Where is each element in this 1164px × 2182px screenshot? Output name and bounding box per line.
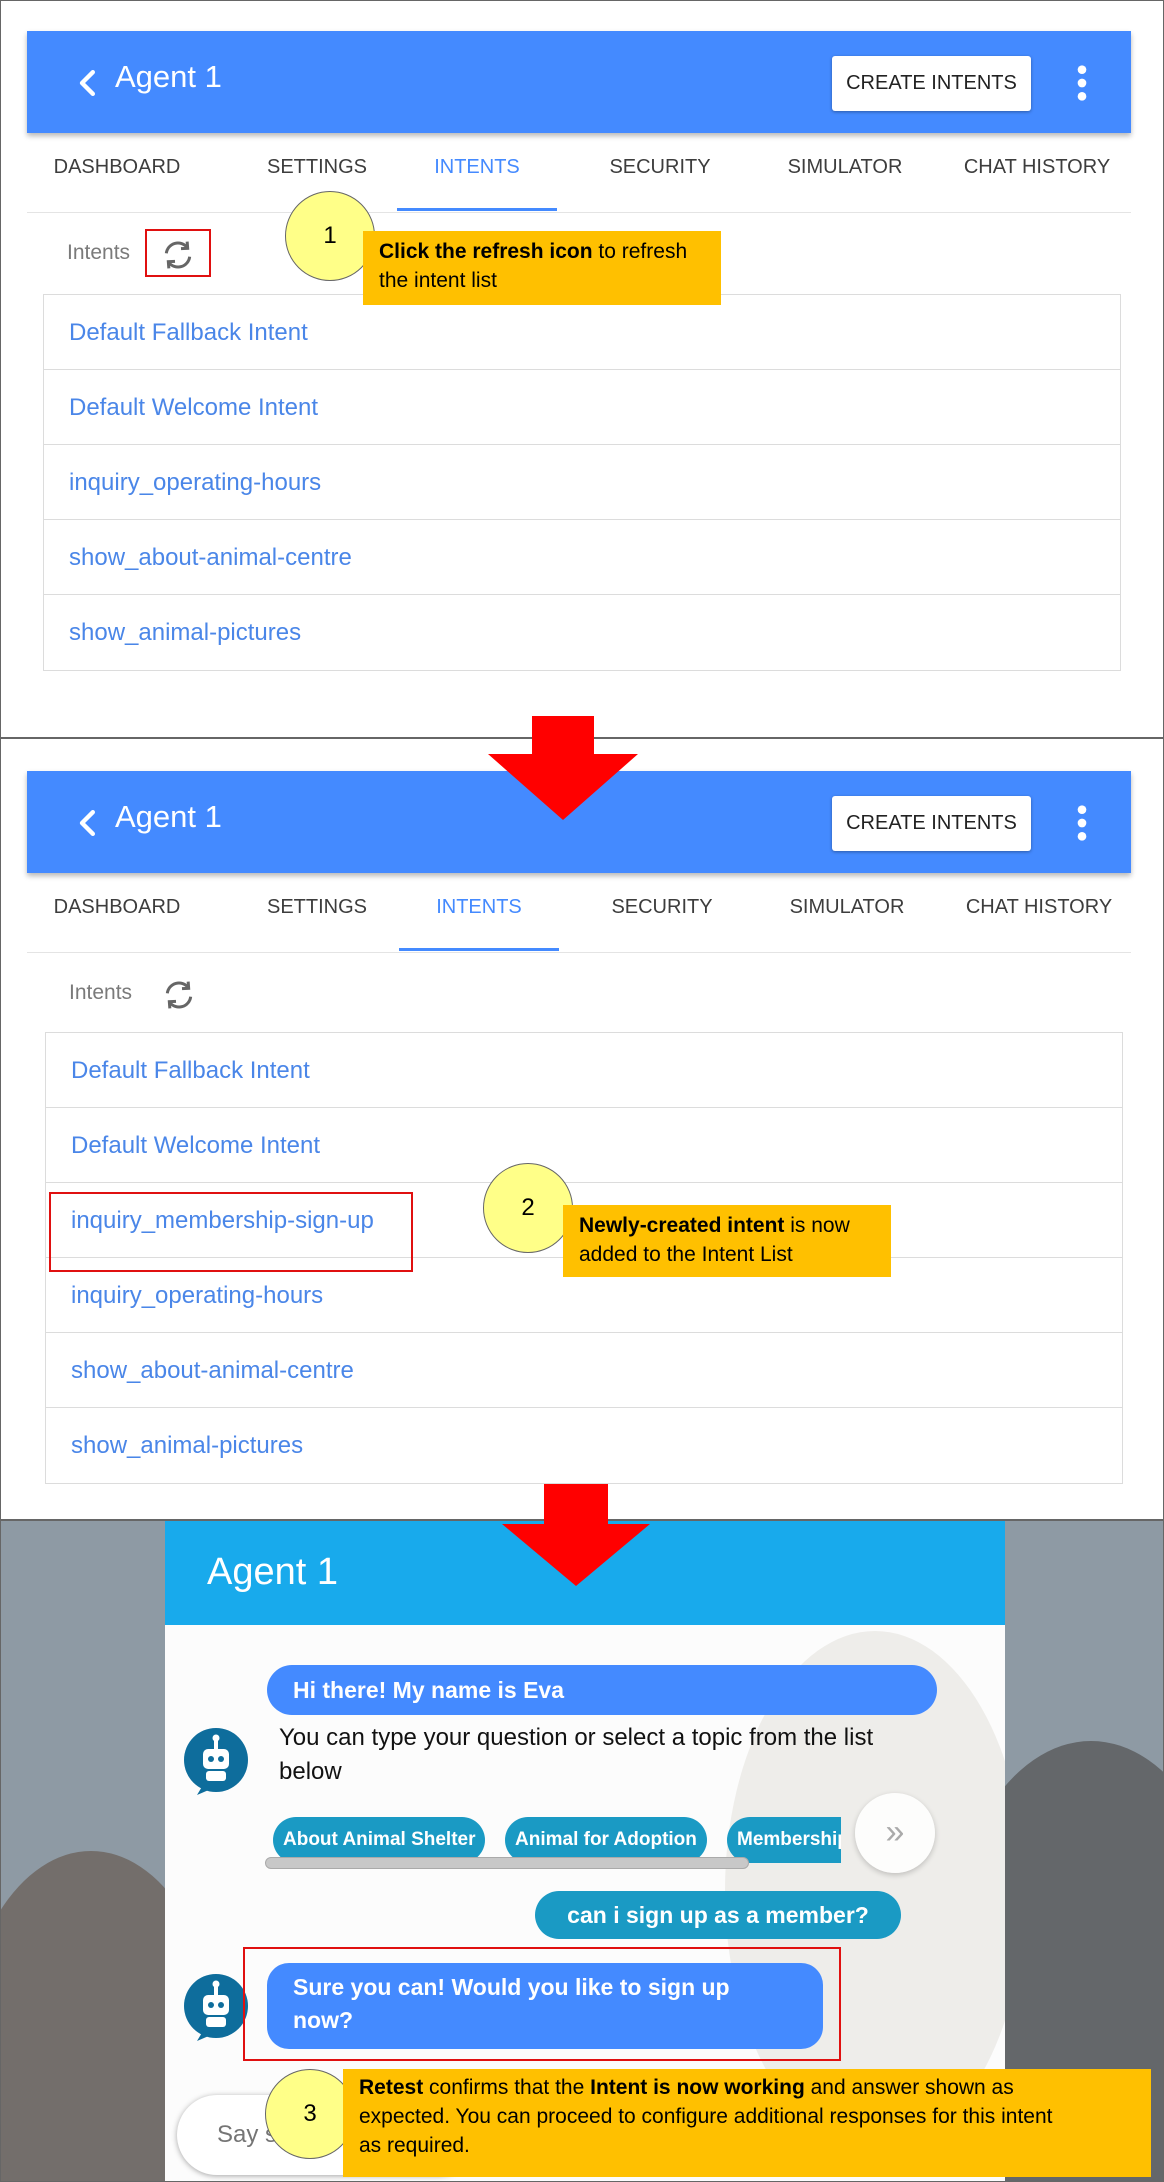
tab-bar: DASHBOARD SETTINGS INTENTS SECURITY SIMU… bbox=[27, 133, 1131, 213]
intent-item[interactable]: show_animal-pictures bbox=[46, 1408, 1122, 1483]
intents-panel-after: Agent 1 CREATE INTENTS DASHBOARD SETTING… bbox=[0, 738, 1164, 1520]
app-bar: Agent 1 CREATE INTENTS bbox=[27, 31, 1131, 133]
intent-item[interactable]: show_about-animal-centre bbox=[46, 1333, 1122, 1408]
tab-bar: DASHBOARD SETTINGS INTENTS SECURITY SIMU… bbox=[27, 873, 1131, 953]
tab-simulator[interactable]: SIMULATOR bbox=[760, 133, 930, 213]
tab-simulator[interactable]: SIMULATOR bbox=[762, 873, 932, 953]
tab-intents[interactable]: INTENTS bbox=[397, 133, 557, 213]
intent-item[interactable]: Default Welcome Intent bbox=[44, 370, 1120, 445]
intents-panel-before: Agent 1 CREATE INTENTS DASHBOARD SETTING… bbox=[0, 0, 1164, 738]
create-intents-button[interactable]: CREATE INTENTS bbox=[832, 796, 1031, 851]
callout-2-text: is now bbox=[784, 1214, 850, 1237]
callout-1: Click the refresh icon to refresh the in… bbox=[363, 231, 721, 305]
more-vert-icon[interactable] bbox=[1073, 63, 1091, 103]
intent-item[interactable]: Default Fallback Intent bbox=[46, 1033, 1122, 1108]
chip-membership-sign-up[interactable]: Membership Sign Up bbox=[727, 1817, 841, 1863]
tab-chat-history[interactable]: CHAT HISTORY bbox=[947, 133, 1127, 213]
bot-prompt-text: You can type your question or select a t… bbox=[279, 1721, 979, 1789]
intent-item[interactable]: Default Fallback Intent bbox=[44, 295, 1120, 370]
bot-reply-highlight-box bbox=[243, 1947, 841, 2061]
bot-avatar-icon bbox=[183, 1973, 249, 2041]
callout-3-line2: expected. You can proceed to configure a… bbox=[359, 2105, 1053, 2128]
intents-section-label: Intents bbox=[67, 241, 131, 264]
tab-intents[interactable]: INTENTS bbox=[399, 873, 559, 953]
callout-3-bold-working: Intent is now working bbox=[590, 2076, 805, 2099]
callout-number-2: 2 bbox=[483, 1163, 573, 1253]
refresh-icon[interactable] bbox=[159, 975, 199, 1015]
bot-greeting-bubble: Hi there! My name is Eva bbox=[267, 1665, 937, 1715]
intent-item[interactable]: Default Welcome Intent bbox=[46, 1108, 1122, 1183]
user-message-bubble: can i sign up as a member? bbox=[535, 1891, 901, 1939]
back-arrow-icon[interactable] bbox=[67, 803, 107, 843]
intent-item[interactable]: show_about-animal-centre bbox=[44, 520, 1120, 595]
intent-item[interactable]: show_animal-pictures bbox=[44, 595, 1120, 670]
bot-avatar-icon bbox=[183, 1727, 249, 1795]
intent-item[interactable]: inquiry_operating-hours bbox=[44, 445, 1120, 520]
intent-list: Default Fallback Intent Default Welcome … bbox=[43, 294, 1121, 671]
down-arrow-icon bbox=[502, 1484, 650, 1586]
callout-1-text-line2: the intent list bbox=[379, 269, 497, 292]
tab-dashboard[interactable]: DASHBOARD bbox=[37, 873, 197, 953]
tab-chat-history[interactable]: CHAT HISTORY bbox=[949, 873, 1129, 953]
callout-3-text-tail: and answer shown as bbox=[804, 2076, 1014, 2099]
chat-simulator-panel: Agent 1 Hi there! My name is Eva You can… bbox=[0, 1520, 1164, 2182]
callout-3: Retest confirms that the Intent is now w… bbox=[343, 2069, 1151, 2177]
agent-title: Agent 1 bbox=[115, 799, 222, 834]
tab-intents-label: INTENTS bbox=[436, 896, 522, 918]
tab-security[interactable]: SECURITY bbox=[582, 873, 742, 953]
chip-scroll-right-icon[interactable]: » bbox=[855, 1793, 935, 1873]
callout-1-text: to refresh bbox=[592, 240, 688, 263]
bot-prompt-line2: below bbox=[279, 1758, 342, 1785]
callout-3-bold-retest: Retest bbox=[359, 2076, 424, 2099]
callout-2: Newly-created intent is now added to the… bbox=[563, 1205, 891, 1277]
callout-1-bold: Click the refresh icon bbox=[379, 240, 593, 263]
tab-dashboard[interactable]: DASHBOARD bbox=[37, 133, 197, 213]
back-arrow-icon[interactable] bbox=[67, 63, 107, 103]
tab-settings[interactable]: SETTINGS bbox=[242, 873, 392, 953]
intents-section-label: Intents bbox=[69, 981, 133, 1004]
tab-active-underline bbox=[399, 948, 559, 951]
callout-3-text: confirms that the bbox=[423, 2076, 591, 2099]
more-vert-icon[interactable] bbox=[1073, 803, 1091, 843]
callout-2-text-line2: added to the Intent List bbox=[579, 1243, 793, 1266]
refresh-icon[interactable] bbox=[158, 235, 198, 275]
new-intent-highlight-box bbox=[49, 1192, 413, 1272]
create-intents-button[interactable]: CREATE INTENTS bbox=[832, 56, 1031, 111]
callout-number-3: 3 bbox=[265, 2069, 355, 2159]
callout-2-bold: Newly-created intent bbox=[579, 1214, 785, 1237]
tab-active-underline bbox=[397, 208, 557, 211]
tab-security[interactable]: SECURITY bbox=[580, 133, 740, 213]
chip-row-scrollbar[interactable] bbox=[265, 1857, 749, 1869]
chat-title: Agent 1 bbox=[207, 1551, 338, 1593]
bot-prompt-line1: You can type your question or select a t… bbox=[279, 1724, 874, 1751]
agent-title: Agent 1 bbox=[115, 59, 222, 94]
callout-number-1: 1 bbox=[285, 191, 375, 281]
callout-3-line3: as required. bbox=[359, 2134, 470, 2157]
down-arrow-icon bbox=[488, 716, 638, 820]
tab-intents-label: INTENTS bbox=[434, 156, 520, 178]
